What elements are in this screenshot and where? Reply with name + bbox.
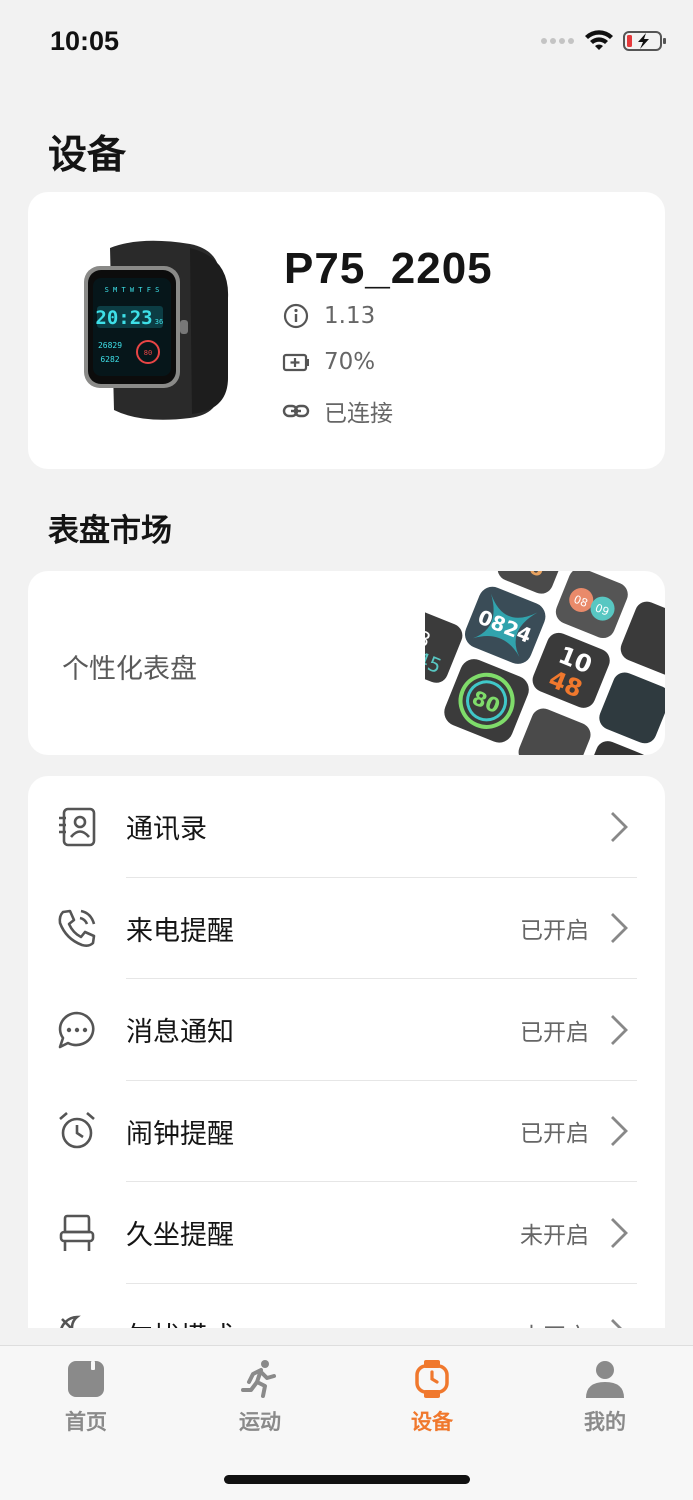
settings-item-contacts[interactable]: 通讯录 bbox=[28, 776, 665, 878]
firmware-version: 1.13 bbox=[324, 303, 376, 329]
settings-status-do-not-disturb: 未开启 bbox=[520, 1317, 589, 1328]
tab-mine-label: 我的 bbox=[584, 1410, 626, 1434]
watch-faces-preview: 36 08 09 0824 10 48 80 08 45 082 bbox=[425, 571, 665, 755]
tab-device-label: 设备 bbox=[411, 1410, 453, 1434]
settings-item-alarm[interactable]: 闹钟提醒 已开启 bbox=[28, 1081, 665, 1182]
chair-icon bbox=[59, 1214, 95, 1251]
watch-seconds-text: 36 bbox=[155, 318, 163, 326]
settings-label-alarm: 闹钟提醒 bbox=[126, 1118, 234, 1150]
watch-days-text: S M T W T F S bbox=[105, 286, 160, 294]
watch-image: S M T W T F S 20:23 36 26829 6282 80 bbox=[84, 240, 229, 420]
tab-device[interactable]: 设备 bbox=[372, 1358, 492, 1436]
settings-label-contacts: 通讯录 bbox=[126, 814, 207, 846]
tab-sports[interactable]: 运动 bbox=[200, 1358, 320, 1436]
settings-label-sedentary: 久坐提醒 bbox=[126, 1220, 234, 1252]
chevron-right-icon bbox=[611, 1319, 622, 1328]
info-icon bbox=[283, 303, 309, 329]
watch-calories-text: 6282 bbox=[100, 355, 119, 364]
status-icons bbox=[541, 30, 667, 52]
settings-label-call-reminder: 来电提醒 bbox=[126, 915, 234, 947]
alarm-icon bbox=[59, 1112, 95, 1149]
running-icon bbox=[241, 1360, 276, 1398]
battery-row: 70% bbox=[282, 348, 375, 376]
home-indicator bbox=[224, 1475, 470, 1484]
watch-icon bbox=[415, 1360, 449, 1398]
chevron-right-icon bbox=[611, 811, 628, 842]
home-icon bbox=[68, 1361, 104, 1397]
watch-ring-text: 80 bbox=[144, 349, 152, 357]
do-not-disturb-icon bbox=[60, 1315, 81, 1328]
chevron-right-icon bbox=[611, 1217, 628, 1248]
watch-time-text: 20:23 bbox=[95, 307, 152, 329]
settings-item-sedentary[interactable]: 久坐提醒 未开启 bbox=[28, 1182, 665, 1284]
settings-status-alarm: 已开启 bbox=[520, 1121, 589, 1148]
connection-row: 已连接 bbox=[282, 394, 393, 428]
person-icon bbox=[586, 1361, 624, 1398]
dial-market-label: 个性化表盘 bbox=[62, 654, 197, 685]
settings-item-call-reminder[interactable]: 来电提醒 已开启 bbox=[28, 878, 665, 979]
settings-status-sedentary: 未开启 bbox=[520, 1222, 589, 1249]
watch-steps-text: 26829 bbox=[98, 341, 122, 350]
page-title: 设备 bbox=[48, 133, 127, 178]
settings-label-message-notification: 消息通知 bbox=[126, 1017, 234, 1049]
wifi-icon bbox=[585, 30, 613, 50]
settings-item-do-not-disturb[interactable]: 勿扰模式 未开启 bbox=[28, 1284, 665, 1328]
dial-market-title: 表盘市场 bbox=[48, 513, 172, 549]
settings-list: 通讯录 来电提醒 已开启 消息通知 已开启 闹钟提醒 已开启 久坐提醒 未开启 bbox=[28, 776, 665, 1328]
tab-mine[interactable]: 我的 bbox=[545, 1358, 665, 1436]
phone-icon bbox=[58, 909, 96, 948]
firmware-row: 1.13 bbox=[282, 302, 375, 330]
chevron-right-icon bbox=[611, 1014, 628, 1045]
signal-dots-icon bbox=[541, 38, 574, 44]
message-icon bbox=[58, 1011, 95, 1049]
tab-home-label: 首页 bbox=[65, 1410, 107, 1434]
status-bar: 10:05 bbox=[0, 0, 693, 86]
device-name: P75_2205 bbox=[284, 244, 493, 293]
contacts-icon bbox=[59, 807, 96, 847]
settings-item-message-notification[interactable]: 消息通知 已开启 bbox=[28, 979, 665, 1081]
dial-market-card[interactable]: 个性化表盘 36 08 09 0824 10 48 80 08 45 bbox=[28, 571, 665, 755]
chevron-right-icon bbox=[611, 913, 628, 944]
battery-charging-icon bbox=[623, 31, 666, 51]
status-time: 10:05 bbox=[50, 26, 120, 56]
battery-icon bbox=[282, 353, 309, 372]
battery-level: 70% bbox=[324, 349, 376, 375]
settings-label-do-not-disturb: 勿扰模式 bbox=[126, 1315, 234, 1328]
settings-status-call-reminder: 已开启 bbox=[520, 918, 589, 945]
tab-sports-label: 运动 bbox=[239, 1410, 281, 1434]
connection-status: 已连接 bbox=[324, 401, 393, 427]
chevron-right-icon bbox=[611, 1116, 628, 1147]
settings-status-message-notification: 已开启 bbox=[520, 1019, 589, 1046]
device-card[interactable]: S M T W T F S 20:23 36 26829 6282 80 P75… bbox=[28, 192, 665, 469]
link-icon bbox=[282, 404, 310, 418]
tab-home[interactable]: 首页 bbox=[26, 1358, 146, 1436]
